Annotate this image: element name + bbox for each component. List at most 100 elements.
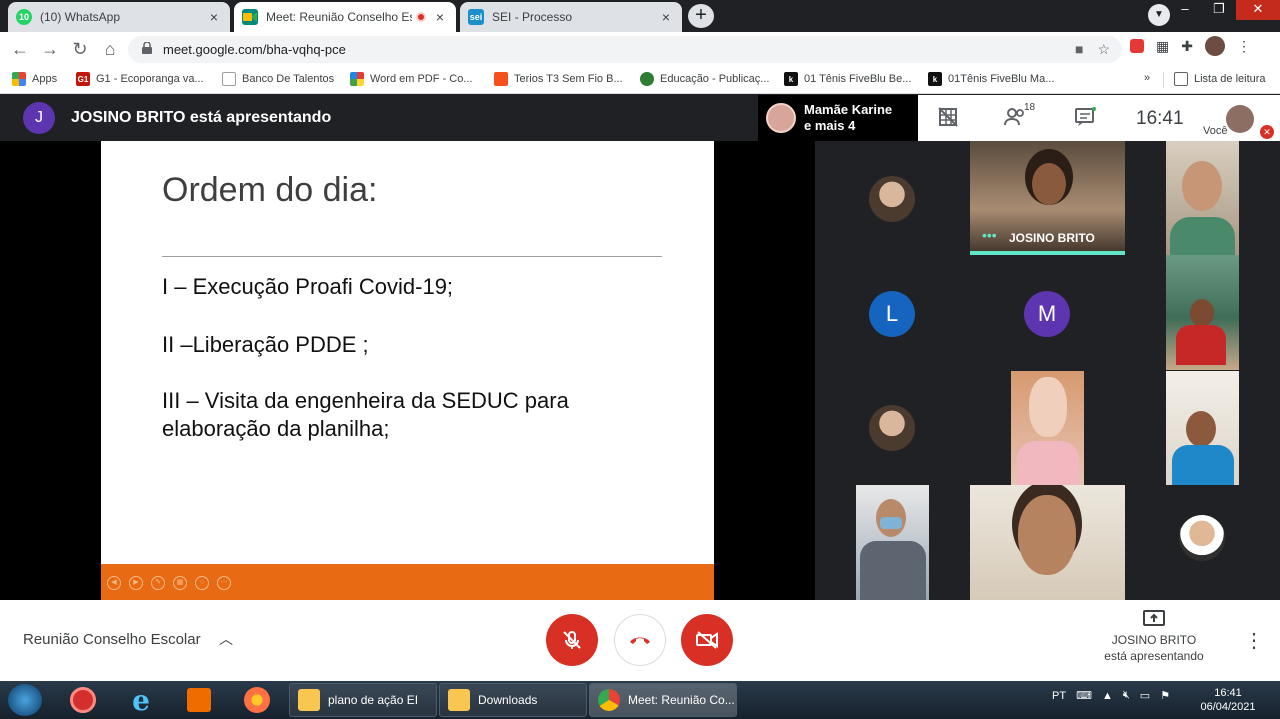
bookmark-star-icon[interactable]: ☆: [1097, 41, 1110, 58]
reading-list[interactable]: Lista de leitura: [1174, 72, 1266, 86]
participant-avatar-letter[interactable]: L: [869, 291, 915, 337]
bookmark-educacao[interactable]: Educação - Publicaç...: [640, 72, 769, 86]
participant-tile[interactable]: [1166, 371, 1239, 485]
participant-shirt: [1172, 445, 1234, 485]
taskbar-item-folder[interactable]: plano de ação EI: [289, 683, 437, 717]
bookmark-g1[interactable]: G1 G1 - Ecoporanga va...: [76, 72, 204, 86]
participant-tile[interactable]: [970, 485, 1125, 600]
folder-icon: [298, 689, 320, 711]
address-bar[interactable]: meet.google.com/bha-vqhq-pce ■ ☆: [128, 36, 1122, 63]
maximize-button[interactable]: ❐: [1202, 0, 1236, 20]
puzzle-icon[interactable]: ✚: [1181, 38, 1193, 55]
shop-icon: [494, 72, 508, 86]
taskbar-item-label: plano de ação EI: [328, 693, 419, 707]
participant-avatar-letter[interactable]: M: [1024, 291, 1070, 337]
pen-icon[interactable]: ✎: [151, 576, 165, 590]
close-icon[interactable]: ×: [206, 9, 222, 25]
reload-icon[interactable]: ↻: [69, 38, 91, 60]
home-icon[interactable]: ⌂: [99, 38, 121, 60]
chevron-up-icon[interactable]: ︿: [219, 629, 233, 649]
participant-avatar-photo[interactable]: [869, 176, 915, 222]
back-arrow-icon[interactable]: ←: [9, 38, 31, 60]
bookmark-label: Banco De Talentos: [242, 73, 335, 85]
internet-explorer-icon[interactable]: e: [124, 684, 158, 717]
clock-date: 06/04/2021: [1200, 701, 1256, 713]
participant-tile[interactable]: [856, 485, 929, 600]
google-meet-icon: [242, 9, 258, 25]
language-indicator[interactable]: PT: [1052, 690, 1066, 702]
participant-face: [1186, 411, 1216, 447]
show-hidden-icons[interactable]: ▲: [1102, 690, 1113, 702]
leave-call-button[interactable]: [614, 614, 666, 666]
taskbar-clock[interactable]: 16:41 06/04/2021: [1197, 686, 1259, 714]
tab-sei[interactable]: sei SEI - Processo ×: [460, 2, 682, 32]
mic-toggle-button[interactable]: [546, 614, 598, 666]
window-controls: – ❐ ✕: [1168, 0, 1280, 20]
tab-meet[interactable]: Meet: Reunião Conselho Esc ×: [234, 2, 456, 32]
folder-icon: [448, 689, 470, 711]
people-icon[interactable]: 18: [1004, 102, 1035, 132]
bookmark-apps[interactable]: Apps: [12, 72, 57, 86]
participant-avatar-photo[interactable]: [1179, 515, 1225, 561]
more-options-icon[interactable]: ⋮: [1244, 628, 1264, 653]
chevron-double-right-icon: »: [1144, 72, 1151, 84]
bookmark-word-pdf[interactable]: Word em PDF - Co...: [350, 72, 472, 86]
participant-shirt: [1017, 441, 1079, 485]
bookmark-label: Word em PDF - Co...: [370, 73, 473, 85]
others-chip[interactable]: Mamãe Karine e mais 4: [758, 95, 918, 141]
participant-shirt: [1176, 325, 1226, 365]
chip-line-1: Mamãe Karine: [804, 102, 893, 117]
start-button[interactable]: [8, 684, 42, 716]
participant-tile[interactable]: [1166, 255, 1239, 370]
presenting-status[interactable]: JOSINO BRITO está apresentando: [1094, 610, 1214, 664]
bookmarks-more-button[interactable]: »: [1144, 72, 1150, 84]
media-player-icon[interactable]: [182, 685, 216, 715]
previous-slide-icon[interactable]: ◀: [107, 576, 121, 590]
bookmark-fiveblu-1[interactable]: k 01 Tênis FiveBlu Be...: [784, 72, 911, 86]
tile-layout-off-icon[interactable]: [938, 107, 958, 132]
bookmark-terios[interactable]: Terios T3 Sem Fio B...: [494, 72, 623, 86]
meeting-title[interactable]: Reunião Conselho Escolar: [23, 631, 201, 648]
keyboard-icon[interactable]: ⌨: [1076, 689, 1092, 702]
firefox-icon[interactable]: [240, 685, 274, 715]
tab-search-icon[interactable]: ▼: [1148, 4, 1170, 26]
taskbar-item-downloads[interactable]: Downloads: [439, 683, 587, 717]
new-tab-button[interactable]: +: [688, 4, 714, 28]
taskbar-item-chrome[interactable]: Meet: Reunião Co...: [589, 683, 737, 717]
chrome-menu-icon[interactable]: ⋮: [1237, 38, 1251, 55]
self-avatar[interactable]: [1226, 105, 1254, 133]
grid-extension-icon[interactable]: ▦: [1156, 38, 1169, 55]
next-slide-icon[interactable]: ▶: [129, 576, 143, 590]
bookmark-banco-talentos[interactable]: Banco De Talentos: [222, 72, 334, 86]
window-close-button[interactable]: ✕: [1236, 0, 1280, 20]
participant-avatar-photo[interactable]: [869, 405, 915, 451]
meet-control-bar: Reunião Conselho Escolar ︿ JOSINO BRITO …: [0, 600, 1280, 681]
slide-item: II –Liberação PDDE ;: [162, 332, 369, 357]
extension-red-icon[interactable]: [1130, 39, 1144, 53]
volume-muted-icon[interactable]: 🔇︎: [1123, 689, 1130, 702]
chat-icon[interactable]: [1074, 107, 1096, 132]
more-options-icon[interactable]: ⋯: [217, 576, 231, 590]
camera-icon[interactable]: ■: [1075, 41, 1083, 58]
minimize-button[interactable]: –: [1168, 0, 1202, 20]
slides-grid-icon[interactable]: ▦: [173, 576, 187, 590]
close-icon[interactable]: ×: [432, 9, 448, 25]
tab-whatsapp[interactable]: 10 (10) WhatsApp ×: [8, 2, 230, 32]
camera-toggle-button[interactable]: [681, 614, 733, 666]
network-icon[interactable]: ▭: [1140, 689, 1150, 702]
bookmark-label: 01 Tênis FiveBlu Be...: [804, 73, 912, 85]
participant-tile[interactable]: [1011, 371, 1084, 485]
profile-avatar[interactable]: [1204, 36, 1225, 56]
avatar: [766, 103, 796, 133]
participant-tile-speaking[interactable]: ••• JOSINO BRITO: [970, 141, 1125, 255]
camera-off-icon: [696, 631, 718, 649]
close-icon[interactable]: ×: [658, 9, 674, 25]
zoom-icon[interactable]: ○: [195, 576, 209, 590]
participant-tile[interactable]: [1166, 141, 1239, 255]
participant-face: [1029, 377, 1067, 437]
app-icon-red[interactable]: [66, 685, 100, 715]
presenter-banner: J JOSINO BRITO está apresentando: [0, 95, 760, 141]
forward-arrow-icon[interactable]: →: [39, 38, 61, 60]
action-center-flag-icon[interactable]: ⚑: [1160, 689, 1170, 702]
bookmark-fiveblu-2[interactable]: k 01Tênis FiveBlu Ma...: [928, 72, 1054, 86]
